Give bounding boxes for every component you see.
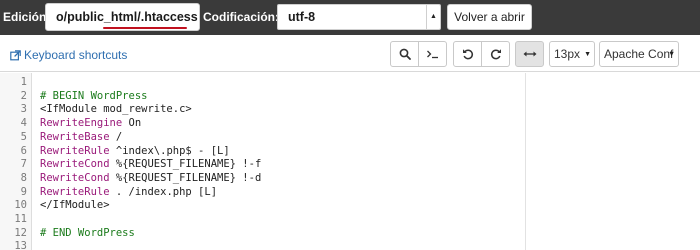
code-line[interactable]: 12 # END WordPress xyxy=(0,227,520,241)
code-token: . /index.php [L] xyxy=(109,185,218,198)
line-number: 1 xyxy=(20,76,27,88)
code-text: RewriteCond %{REQUEST_FILENAME} !-f xyxy=(40,158,261,172)
line-number: 12 xyxy=(14,226,27,239)
directive-token: RewriteEngine xyxy=(40,117,123,130)
directive-token: RewriteCond xyxy=(40,158,110,171)
code-token: ^index\.php$ - [L] xyxy=(109,144,230,157)
code-text: RewriteCond %{REQUEST_FILENAME} !-d xyxy=(40,172,261,186)
line-number: 4 xyxy=(20,117,27,130)
encoding-select[interactable]: utf-8 ▲▼ xyxy=(277,4,441,44)
code-text: </IfModule> xyxy=(40,199,110,213)
file-header-bar: Edición: o/public_html/.htaccess Codific… xyxy=(0,0,700,44)
code-text: RewriteRule . /index.php [L] xyxy=(40,186,217,200)
chevron-down-icon: ▼ xyxy=(668,51,675,58)
editor-toolbar: Keyboard shortcuts 13px ▼ Apache Conf ▼ xyxy=(0,35,700,72)
code-token: %{REQUEST_FILENAME} !-d xyxy=(109,171,262,184)
line-number: 13 xyxy=(14,240,27,250)
terminal-button[interactable] xyxy=(418,41,447,67)
comment-token: # END WordPress xyxy=(40,226,135,239)
code-token: </IfModule> xyxy=(40,199,110,212)
code-line[interactable]: 2 # BEGIN WordPress xyxy=(0,90,520,104)
code-token: %{REQUEST_FILENAME} !-f xyxy=(109,158,262,171)
code-line[interactable]: 1 xyxy=(0,76,520,90)
directive-token: RewriteRule xyxy=(40,185,110,198)
code-line[interactable]: 13 xyxy=(0,240,520,250)
syntax-mode-value: Apache Conf xyxy=(604,47,674,61)
search-button[interactable] xyxy=(390,41,419,67)
print-margin-line xyxy=(525,73,526,250)
font-size-select[interactable]: 13px ▼ xyxy=(549,41,595,67)
directive-token: RewriteBase xyxy=(40,130,110,143)
undo-icon xyxy=(462,49,473,60)
line-number: 6 xyxy=(20,144,27,157)
terminal-icon xyxy=(426,50,438,59)
code-text: <IfModule mod_rewrite.c> xyxy=(40,103,192,117)
font-size-value: 13px xyxy=(554,47,581,61)
search-icon xyxy=(399,48,411,60)
code-text: # BEGIN WordPress xyxy=(40,90,147,104)
line-number: 8 xyxy=(20,171,27,184)
undo-button[interactable] xyxy=(453,41,482,67)
word-wrap-toggle[interactable] xyxy=(515,41,544,67)
select-arrows-icon: ▲▼ xyxy=(426,5,440,44)
filename-highlight-underline xyxy=(103,27,187,29)
chevron-down-icon: ▼ xyxy=(584,51,591,58)
code-line[interactable]: 6 RewriteRule ^index\.php$ - [L] xyxy=(0,145,520,159)
comment-token: # BEGIN WordPress xyxy=(40,89,148,102)
code-text: RewriteRule ^index\.php$ - [L] xyxy=(40,145,230,159)
code-text: RewriteEngine On xyxy=(40,117,141,131)
code-token: <IfModule mod_rewrite.c> xyxy=(40,103,192,116)
code-line[interactable]: 5 RewriteBase / xyxy=(0,131,520,145)
line-number: 10 xyxy=(14,199,27,212)
code-line[interactable]: 4 RewriteEngine On xyxy=(0,117,520,131)
code-line[interactable]: 8 RewriteCond %{REQUEST_FILENAME} !-d xyxy=(0,172,520,186)
code-text: # END WordPress xyxy=(40,227,135,241)
keyboard-shortcuts-label: Keyboard shortcuts xyxy=(24,48,128,62)
line-number: 11 xyxy=(14,213,27,225)
reopen-button[interactable]: Volver a abrir xyxy=(447,4,532,30)
word-wrap-icon xyxy=(523,51,536,57)
code-line[interactable]: 7 RewriteCond %{REQUEST_FILENAME} !-f xyxy=(0,158,520,172)
encoding-label: Codificación: xyxy=(203,10,280,24)
redo-icon xyxy=(490,49,501,60)
line-number: 2 xyxy=(20,89,27,102)
code-line[interactable]: 3 <IfModule mod_rewrite.c> xyxy=(0,103,520,117)
code-token: / xyxy=(109,130,123,143)
directive-token: RewriteRule xyxy=(40,144,110,157)
code-line[interactable]: 9 RewriteRule . /index.php [L] xyxy=(0,186,520,200)
line-number: 5 xyxy=(20,130,27,143)
syntax-mode-select[interactable]: Apache Conf ▼ xyxy=(599,41,679,67)
code-line[interactable]: 11 xyxy=(0,213,520,227)
line-number: 3 xyxy=(20,103,27,116)
line-number: 9 xyxy=(20,185,27,198)
code-line[interactable]: 10 </IfModule> xyxy=(0,199,520,213)
keyboard-shortcuts-link[interactable]: Keyboard shortcuts xyxy=(10,48,127,62)
line-number: 7 xyxy=(20,158,27,171)
code-token: On xyxy=(122,117,142,130)
redo-button[interactable] xyxy=(481,41,510,67)
code-editor[interactable]: 1 2 # BEGIN WordPress 3 <IfModule mod_rewrit… xyxy=(0,73,700,250)
directive-token: RewriteCond xyxy=(40,171,110,184)
encoding-value: utf-8 xyxy=(288,10,316,24)
code-text: RewriteBase / xyxy=(40,131,122,145)
external-link-icon xyxy=(10,50,21,61)
file-label: Edición: xyxy=(3,10,51,24)
